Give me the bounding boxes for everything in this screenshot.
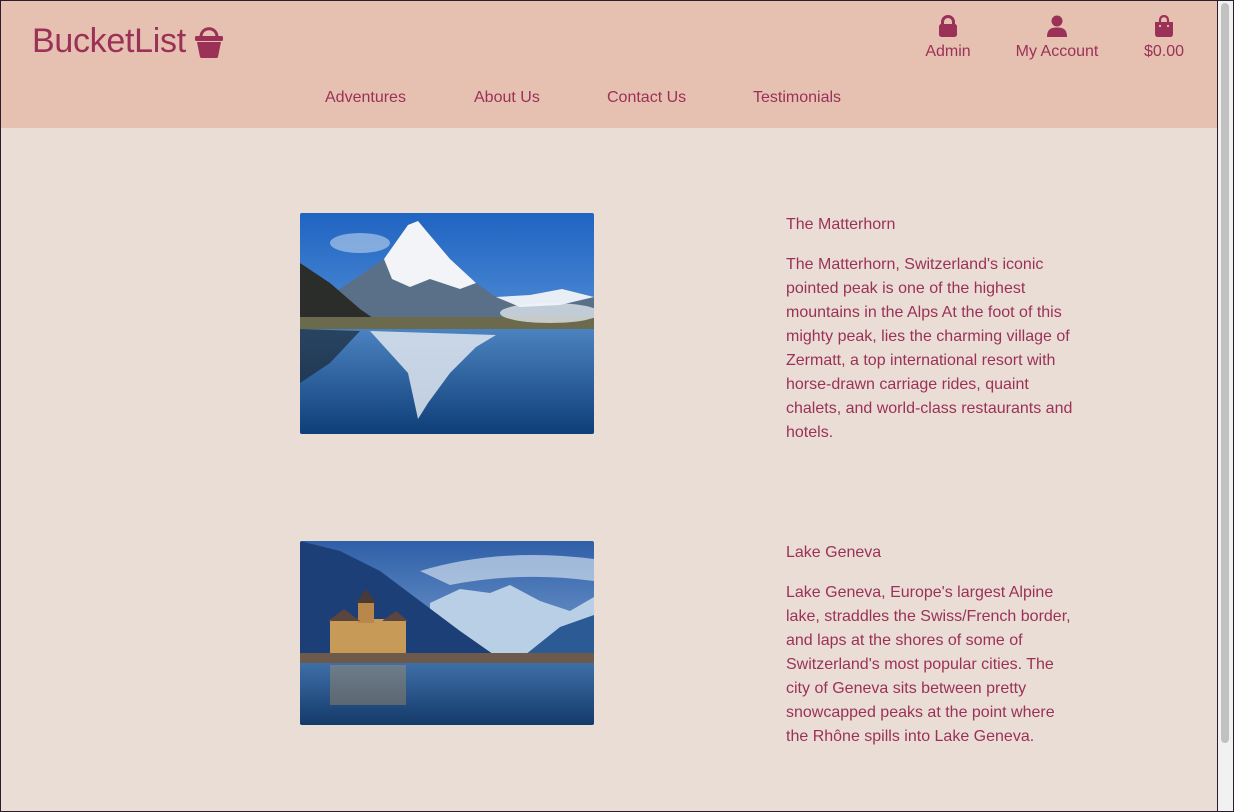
brand-name: BucketList (32, 22, 186, 60)
destination-title: The Matterhorn (786, 216, 896, 233)
lake-geneva-photo[interactable] (300, 541, 594, 725)
cart-total: $0.00 (1143, 43, 1185, 60)
my-account-label: My Account (1015, 43, 1099, 60)
main-nav: Adventures About Us Contact Us Testimoni… (1, 89, 1217, 113)
matterhorn-image (300, 213, 594, 434)
matterhorn-photo[interactable] (300, 213, 594, 434)
destination-description: Lake Geneva, Europe's largest Alpine lak… (786, 584, 1071, 745)
destination-title: Lake Geneva (786, 544, 882, 561)
lock-icon (939, 15, 957, 37)
destination-description: The Matterhorn, Switzerland's iconic poi… (786, 256, 1073, 441)
nav-adventures[interactable]: Adventures (325, 89, 406, 107)
nav-about-us[interactable]: About Us (474, 89, 540, 107)
lake-geneva-image (300, 541, 594, 725)
basket-icon (194, 27, 223, 58)
admin-link[interactable]: Admin (920, 15, 976, 61)
nav-contact-us[interactable]: Contact Us (607, 89, 686, 107)
shopping-bag-icon (1155, 15, 1173, 37)
scrollbar-thumb[interactable] (1221, 3, 1229, 743)
site-header: BucketList Admin My Account $0.00 Advent… (1, 1, 1217, 128)
brand-logo-link[interactable]: BucketList (32, 19, 224, 63)
nav-testimonials[interactable]: Testimonials (753, 89, 841, 107)
vertical-scrollbar[interactable] (1218, 1, 1233, 811)
my-account-link[interactable]: My Account (1012, 15, 1102, 61)
browser-viewport: BucketList Admin My Account $0.00 Advent… (1, 1, 1217, 811)
cart-link[interactable]: $0.00 (1141, 15, 1187, 61)
admin-label: Admin (925, 43, 971, 60)
user-icon (1047, 15, 1067, 37)
